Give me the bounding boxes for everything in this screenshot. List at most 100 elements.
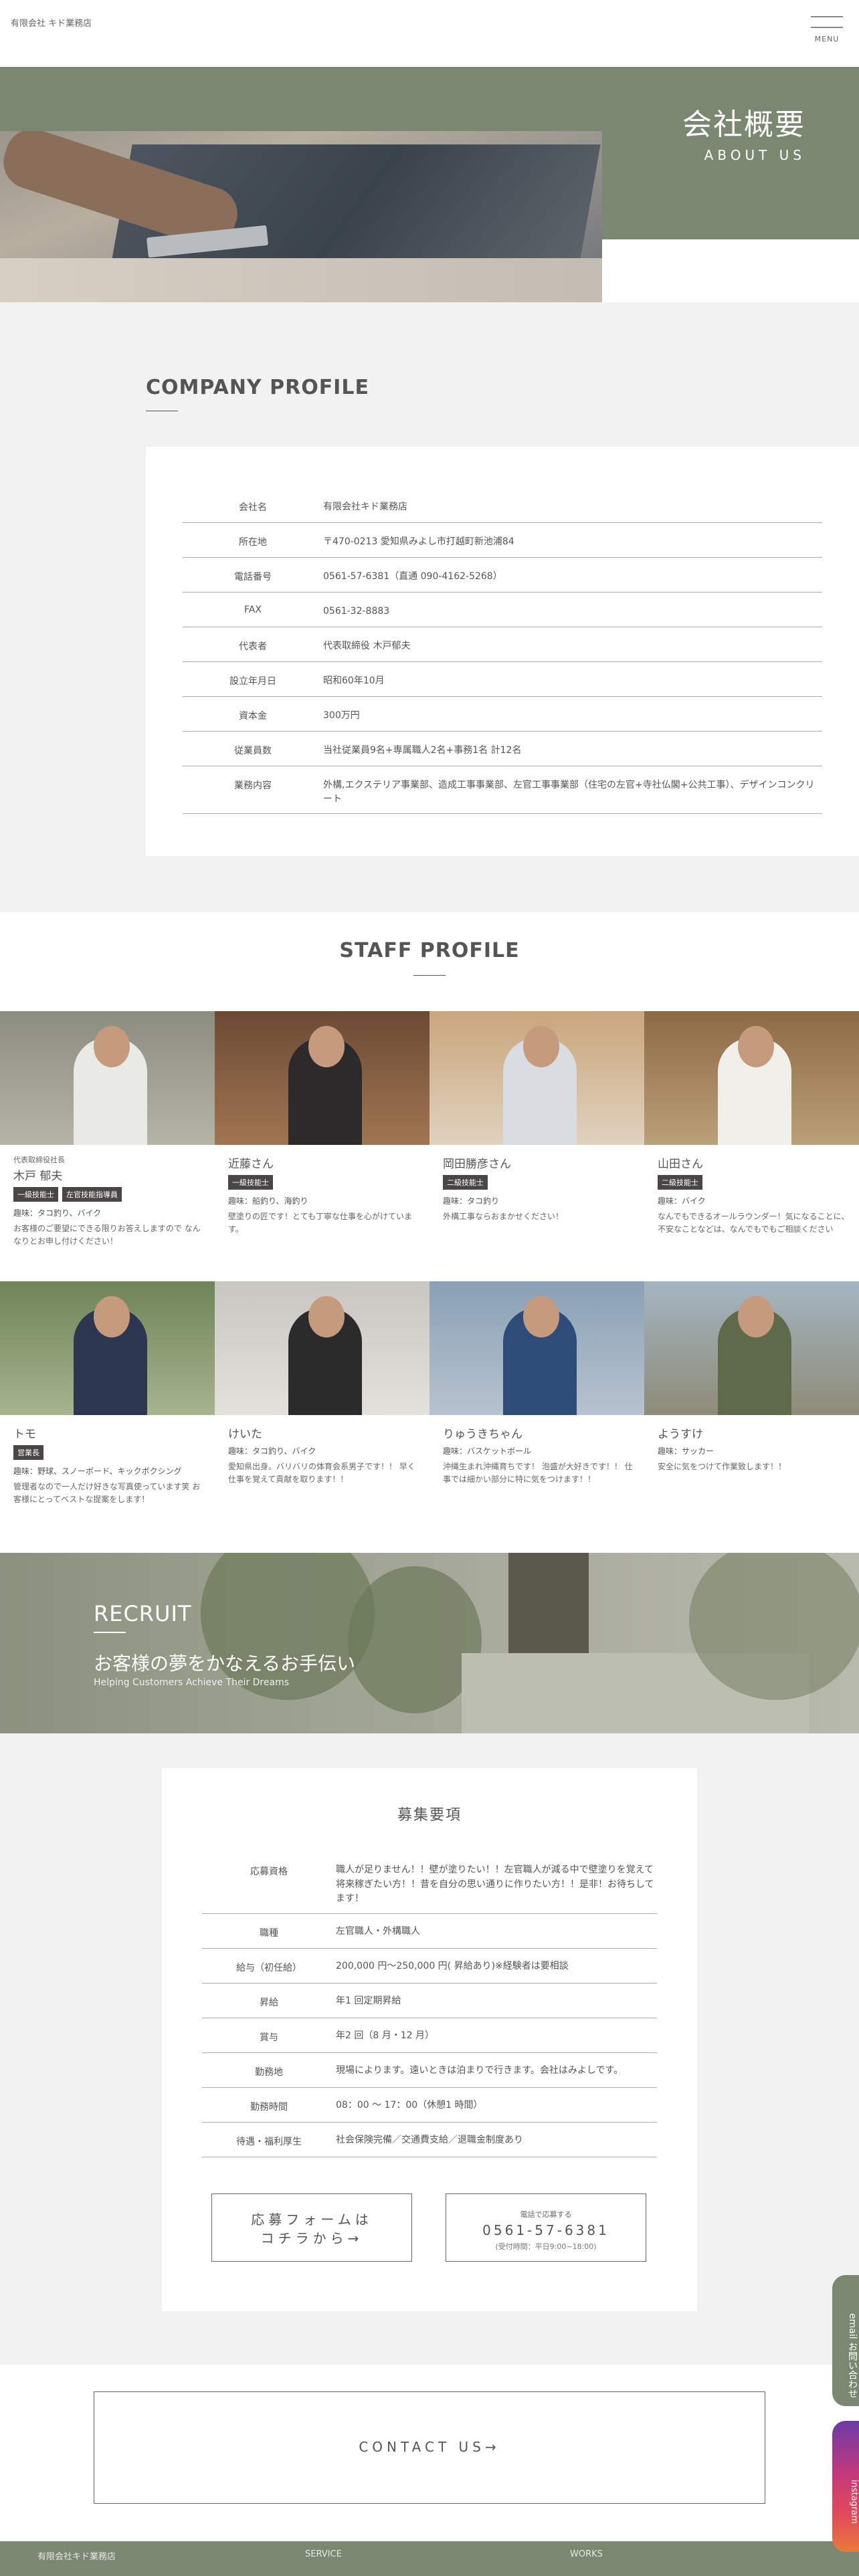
profile-row: 会社名 有限会社キド業務店 (183, 488, 822, 523)
profile-row: 業務内容 外構,エクステリア事業部、造成工事事業部、左官工事事業部（住宅の左官+寺… (183, 766, 822, 814)
profile-row-label: FAX (244, 605, 262, 615)
profile-row-label: 従業員数 (234, 746, 272, 756)
profile-row: 設立年月日 昭和60年10月 (183, 662, 822, 697)
staff-photo (644, 1011, 859, 1145)
staff-hobby: 趣味：バスケットボール (443, 1446, 532, 1456)
hero-title: 会社概要 ABOUT US (682, 100, 805, 163)
staff-hobby: 趣味：タコ釣り、バイク (228, 1446, 316, 1456)
staff-card: けいた 趣味：タコ釣り、バイク 愛知県出身。バリバリの体育会系男子です！！ 早く仕事… (215, 1281, 430, 1551)
recruit-row-value: 年2 回（8 月・12 月） (336, 2030, 434, 2042)
staff-message: 外構工事ならおまかせください！ (443, 1212, 564, 1221)
recruit-row-label: 賞与 (260, 2032, 278, 2044)
site-logo[interactable]: 有限会社 キド業務店 (11, 16, 92, 29)
staff-name: 木戸 郁夫 (13, 1170, 63, 1183)
heading-underline (413, 975, 446, 976)
recruit-row: 勤務地 現場によります。遠いときは泊まりで行きます。会社はみよしです。 (202, 2053, 657, 2088)
tel-number: 0561-57-6381 (482, 2222, 609, 2238)
recruit-card: 募集要項 応募資格 職人が足りません！！壁が塗りたい！！左官職人が減る中で壁塗りを… (162, 1768, 697, 2311)
profile-row-value: 外構,エクステリア事業部、造成工事事業部、左官工事事業部（住宅の左官+寺社仏閣+… (323, 780, 815, 804)
profile-row: 従業員数 当社従業員9名+専属職人2名+事務1名 計12名 (183, 732, 822, 766)
staff-photo-head (308, 1296, 345, 1337)
staff-name: 近藤さん (228, 1158, 274, 1171)
qualification-badge: 営業長 (13, 1445, 43, 1460)
staff-card: 代表取締役社長 木戸 郁夫 一級技能士 左官技能指導員 趣味：タコ釣り、バイク お客様のご… (0, 1011, 215, 1281)
contact-us-button[interactable]: CONTACT US→ (94, 2391, 765, 2504)
profile-row-label: 所在地 (239, 537, 267, 548)
banner-overlay (0, 1553, 859, 1733)
side-email-tab[interactable]: email お問い合わせ (832, 2275, 859, 2406)
staff-photo (215, 1011, 430, 1145)
qualification-badge: 二級技能士 (443, 1175, 488, 1190)
recruit-row-label: 給与（初任給） (236, 1963, 302, 1974)
recruit-row: 職種 左官職人・外構職人 (202, 1914, 657, 1949)
staff-info: けいた 趣味：タコ釣り、バイク 愛知県出身。バリバリの体育会系男子です！！ 早く仕事… (228, 1424, 422, 1485)
staff-card: 岡田勝彦さん 二級技能士趣味：タコ釣り外構工事ならおまかせください！ (430, 1011, 644, 1281)
staff-hobby: 趣味：バイク (658, 1196, 706, 1206)
staff-photo (430, 1281, 644, 1415)
profile-row-label: 代表者 (239, 641, 267, 652)
menu-label: MENU (814, 35, 840, 43)
staff-name: 岡田勝彦さん (443, 1158, 511, 1171)
footer-link-service[interactable]: SERVICE (305, 2549, 342, 2559)
qualification-badge: 二級技能士 (658, 1175, 702, 1190)
staff-card: ようすけ 趣味：サッカー 安全に気をつけて作業致します！！ (644, 1281, 859, 1551)
profile-row: 資本金 300万円 (183, 697, 822, 732)
site-header: 有限会社 キド業務店 MENU (0, 0, 859, 67)
tel-apply-label: 電話で応募する (520, 2210, 572, 2219)
recruit-row-label: 昇給 (260, 1998, 278, 2009)
profile-row-label: 電話番号 (234, 572, 272, 582)
recruit-table: 応募資格 職人が足りません！！壁が塗りたい！！左官職人が減る中で壁塗りを覚えて将来… (202, 1852, 657, 2158)
tel-apply-button[interactable]: 電話で応募する 0561-57-6381 (受付時間：平日9:00~18:00) (446, 2193, 646, 2262)
staff-message: 安全に気をつけて作業致します！！ (658, 1462, 787, 1471)
recruit-row-label: 待遇・福利厚生 (236, 2137, 302, 2148)
profile-row: 代表者 代表取締役 木戸郁夫 (183, 627, 822, 662)
profile-row-label: 業務内容 (234, 780, 272, 791)
staff-card: りゅうきちゃん 趣味：バスケットボール沖縄生まれ沖縄育ちです！ 泡盛が大好きです！… (430, 1281, 644, 1551)
staff-card: 山田さん二級技能士趣味：バイクなんでもできるオールラウンダー！気になることに、不… (644, 1011, 859, 1281)
staff-card: トモ 営業長 趣味：野球、スノーボード、キックボクシング 管理者なので一人だけ好きな写… (0, 1281, 215, 1551)
staff-photo-head (523, 1296, 559, 1337)
recruit-row-value: 現場によります。遠いときは泊まりで行きます。会社はみよしです。 (336, 2065, 624, 2076)
company-profile-table: 会社名 有限会社キド業務店 所在地 〒470-0213 愛知県みよし市打越町新池浦84… (183, 488, 822, 814)
recruit-row-value: 年1 回定期昇給 (336, 1996, 401, 2007)
site-footer: 有限会社キド業務店 SERVICE WORKS (0, 2541, 859, 2576)
page-subtitle: ABOUT US (704, 147, 805, 163)
staff-info: 近藤さん 一級技能士 趣味：船釣り、海釣り 壁塗りの匠です！とても丁寧な仕事を心がけて… (228, 1154, 422, 1235)
recruit-underline (94, 1632, 126, 1633)
staff-badges: 二級技能士 (443, 1175, 637, 1190)
recruit-row-value: 左官職人・外構職人 (336, 1926, 420, 1937)
staff-photo (215, 1281, 430, 1415)
staff-photo (644, 1281, 859, 1415)
apply-form-label-1: 応募フォームは (251, 2212, 373, 2228)
staff-message: 管理者なので一人だけ好きな写真使っています笑 お客様にとってベストな提案をします… (13, 1482, 201, 1504)
side-instagram-tab[interactable]: instagram (832, 2421, 859, 2552)
recruit-row-value: 社会保険完備／交通費支給／退職金制度あり (336, 2135, 523, 2146)
menu-button[interactable]: MENU (811, 13, 843, 47)
staff-message: 沖縄生まれ沖縄育ちです！ 泡盛が大好きです！！ 仕事では細かい部分に特に気をつけ… (443, 1462, 633, 1484)
profile-row-value: 300万円 (323, 710, 360, 721)
footer-link-works[interactable]: WORKS (570, 2549, 603, 2559)
staff-photo (0, 1011, 215, 1145)
recruit-row: 給与（初任給） 200,000 円〜250,000 円( 昇給あり)※経験者は要相… (202, 1949, 657, 1984)
qualification-badge: 一級技能士 (228, 1175, 273, 1190)
profile-row-value: 0561-32-8883 (323, 606, 390, 617)
staff-info: りゅうきちゃん 趣味：バスケットボール沖縄生まれ沖縄育ちです！ 泡盛が大好きです！… (443, 1424, 637, 1485)
photo-floor (0, 258, 602, 302)
staff-message: なんでもできるオールラウンダー！気になることに、不安なことなどは、なんでもでもご… (658, 1212, 850, 1234)
qualification-badge: 左官技能指導員 (62, 1187, 122, 1202)
staff-info: トモ 営業長 趣味：野球、スノーボード、キックボクシング 管理者なので一人だけ好きな写… (13, 1424, 207, 1505)
staff-hobby: 趣味：タコ釣り (443, 1196, 500, 1206)
staff-name: 山田さん (658, 1158, 703, 1171)
recruit-row: 賞与 年2 回（8 月・12 月） (202, 2018, 657, 2054)
hero-photo-plastering (0, 131, 602, 302)
staff-info: 岡田勝彦さん 二級技能士趣味：タコ釣り外構工事ならおまかせください！ (443, 1154, 637, 1223)
staff-hobby: 趣味：サッカー (658, 1446, 714, 1456)
staff-info: ようすけ 趣味：サッカー 安全に気をつけて作業致します！！ (658, 1424, 852, 1473)
staff-message: お客様のご要望にできる限りお答えしますので なんなりとお申し付けください！ (13, 1224, 201, 1246)
company-profile-heading: COMPANY PROFILE (146, 376, 369, 399)
page-title: 会社概要 (682, 108, 805, 142)
apply-form-button[interactable]: 応募フォームは コチラから→ (211, 2193, 412, 2262)
staff-badges: 一級技能士 (228, 1175, 422, 1190)
footer-company: 有限会社キド業務店 (37, 2552, 116, 2562)
staff-name: りゅうきちゃん (443, 1428, 522, 1441)
